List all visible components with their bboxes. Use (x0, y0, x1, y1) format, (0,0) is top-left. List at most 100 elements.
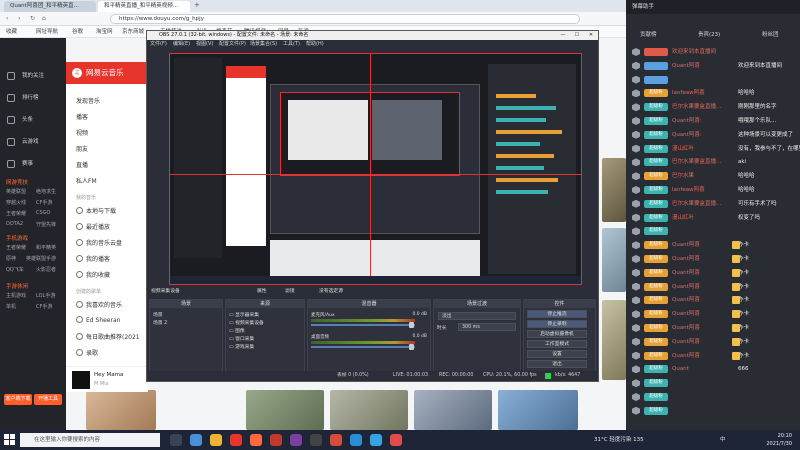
volume-knob[interactable] (409, 344, 414, 350)
source-item[interactable]: ▭ 窗口采集 (229, 335, 254, 342)
music-nav-video[interactable]: 视频 (76, 128, 88, 137)
music-nav-friends[interactable]: 朋友 (76, 144, 88, 153)
chat-username[interactable]: Quant阿喜 (672, 350, 700, 362)
chat-username[interactable]: 巴尔水果要盒直播... (672, 101, 721, 113)
source-item[interactable]: ▭ 显示器采集 (229, 311, 259, 318)
playlist-item[interactable]: 录歌 (76, 348, 98, 357)
edge-icon[interactable] (190, 434, 202, 446)
category-link[interactable]: 单机 (6, 303, 16, 310)
stream-thumbnail[interactable] (246, 390, 324, 430)
task-view-icon[interactable] (170, 434, 182, 446)
volume-slider[interactable] (311, 346, 415, 348)
tab-contribution[interactable]: 贡献榜 (640, 30, 657, 38)
playlist-item[interactable]: Ed Sheeran (76, 316, 120, 324)
chat-username[interactable]: Quant阿喜 (672, 281, 700, 293)
chat-username[interactable]: 巴尔水果 (672, 170, 694, 182)
stream-thumbnail[interactable] (602, 228, 626, 292)
source-item[interactable]: ▭ 视频采集设备 (229, 319, 264, 326)
category-link[interactable]: 王者荣耀 (6, 244, 26, 251)
category-link[interactable]: LOL手游 (36, 292, 55, 299)
app-icon[interactable] (290, 434, 302, 446)
category-link[interactable]: 英雄联盟手游 (26, 255, 56, 262)
back-icon[interactable]: ‹ (6, 13, 8, 25)
chat-username[interactable]: 漫山红叶 (672, 212, 694, 224)
stop-streaming-button[interactable]: 停止推流 (527, 310, 587, 318)
menu-scene-collection[interactable]: 场景集合(S) (250, 40, 277, 49)
menu-tools[interactable]: 工具(T) (283, 40, 300, 49)
new-tab-icon[interactable]: + (194, 1, 200, 9)
bookmark-item[interactable]: 淘宝网 (96, 26, 113, 38)
sidebar-item-follow[interactable]: 我的关注 (0, 66, 66, 86)
refresh-icon[interactable]: ↻ (30, 13, 35, 25)
chat-username[interactable]: Quant阿喜: (672, 115, 702, 127)
chat-username[interactable]: Quant (672, 363, 689, 375)
menu-profile[interactable]: 配置文件(P) (219, 40, 246, 49)
menu-file[interactable]: 文件(F) (150, 40, 167, 49)
home-icon[interactable]: ⌂ (42, 13, 46, 25)
settings-button[interactable]: 设置 (527, 350, 587, 358)
virtual-camera-button[interactable]: 启动虚拟摄像机 (527, 330, 587, 338)
chat-username[interactable]: Quant阿喜 (672, 239, 700, 251)
system-clock[interactable]: 20:10 2021/7/30 (766, 432, 792, 448)
chat-username[interactable]: lanfeaw阿喜 (672, 87, 705, 99)
taskbar-search-input[interactable]: 在这里输入你要搜索的内容 (20, 433, 160, 447)
obs-icon[interactable] (310, 434, 322, 446)
category-link[interactable]: 穿越火线 (6, 199, 26, 206)
properties-button[interactable]: 属性 (257, 287, 267, 297)
category-link[interactable]: 英雄联盟 (6, 188, 26, 195)
transition-select[interactable]: 淡出 (438, 312, 516, 320)
obs-preview[interactable] (169, 53, 582, 285)
category-link[interactable]: 火影忍者 (36, 266, 56, 273)
sidebar-item-cloud-game[interactable]: 云游戏 (0, 132, 66, 152)
sidebar-item-news[interactable]: 头条 (0, 110, 66, 130)
browser-icon[interactable] (350, 434, 362, 446)
studio-mode-button[interactable]: 工作室模式 (527, 340, 587, 348)
stream-thumbnail[interactable] (602, 158, 626, 222)
ime-indicator[interactable]: 中 (720, 430, 726, 450)
menu-view[interactable]: 视图(V) (196, 40, 213, 49)
category-link[interactable]: 绝地求生 (36, 188, 56, 195)
now-playing-bar[interactable]: Hey Mama M Mix (66, 366, 148, 392)
chat-username[interactable]: 漫山红叶 (672, 143, 694, 155)
chat-username[interactable]: Quant阿喜 (672, 267, 700, 279)
category-link[interactable]: DOTA2 (6, 221, 23, 227)
chat-username[interactable]: 巴尔水果要盒直播... (672, 198, 721, 210)
playlist-item[interactable]: 每日歌曲推荐(2021 (76, 332, 140, 341)
browser-icon[interactable] (370, 434, 382, 446)
stream-thumbnail[interactable] (330, 390, 408, 430)
app-icon[interactable] (390, 434, 402, 446)
volume-knob[interactable] (409, 322, 414, 328)
my-music-podcast[interactable]: 我的播客 (76, 254, 110, 263)
category-link[interactable]: QQ飞车 (6, 266, 24, 273)
bookmark-item[interactable]: 谷歌 (72, 26, 83, 38)
menu-edit[interactable]: 编辑(E) (173, 40, 190, 49)
my-music-collection[interactable]: 我的收藏 (76, 270, 110, 279)
app-icon[interactable] (330, 434, 342, 446)
my-music-local[interactable]: 本地与下载 (76, 206, 116, 215)
bookmark-item[interactable]: 收藏 (6, 26, 17, 38)
category-link[interactable]: 和平精英 (36, 244, 56, 251)
mixer-channel[interactable]: 桌面音频 0.0 dB (311, 334, 427, 352)
category-link[interactable]: CF手游 (36, 199, 52, 206)
playlist-item[interactable]: 我喜欢的音乐 (76, 300, 122, 309)
chat-username[interactable]: Quant阿喜 (672, 308, 700, 320)
chat-username[interactable]: Quant阿喜 (672, 336, 700, 348)
stream-thumbnail[interactable] (498, 390, 578, 430)
browser-tab[interactable]: Quant阿喜团_和平精英直... (4, 1, 96, 12)
stop-recording-button[interactable]: 停止录制 (527, 320, 587, 328)
douyu-icon[interactable] (250, 434, 262, 446)
sidebar-item-rank[interactable]: 排行榜 (0, 88, 66, 108)
category-link[interactable]: 主机游戏 (6, 292, 26, 299)
source-item[interactable]: ▭ 图像 (229, 327, 245, 334)
streaming-tool-button[interactable]: 开播工具 (34, 394, 62, 405)
tab-fans[interactable]: 粉丝团 (762, 30, 779, 38)
bookmark-item[interactable]: 网址导航 (36, 26, 58, 38)
music-nav-podcast[interactable]: 播客 (76, 112, 88, 121)
music-nav-live[interactable]: 直播 (76, 160, 88, 169)
browser-tab-active[interactable]: 和平精英直播_和平精英视频... (98, 1, 190, 12)
url-input[interactable]: https://www.douyu.com/g_hpjy (110, 14, 580, 24)
chat-username[interactable]: 欢迎来到本直播间 (672, 46, 716, 58)
sidebar-item-events[interactable]: 赛事 (0, 154, 66, 174)
category-link[interactable]: CF手游 (36, 303, 52, 310)
client-download-button[interactable]: 客户端下载 (4, 394, 32, 405)
